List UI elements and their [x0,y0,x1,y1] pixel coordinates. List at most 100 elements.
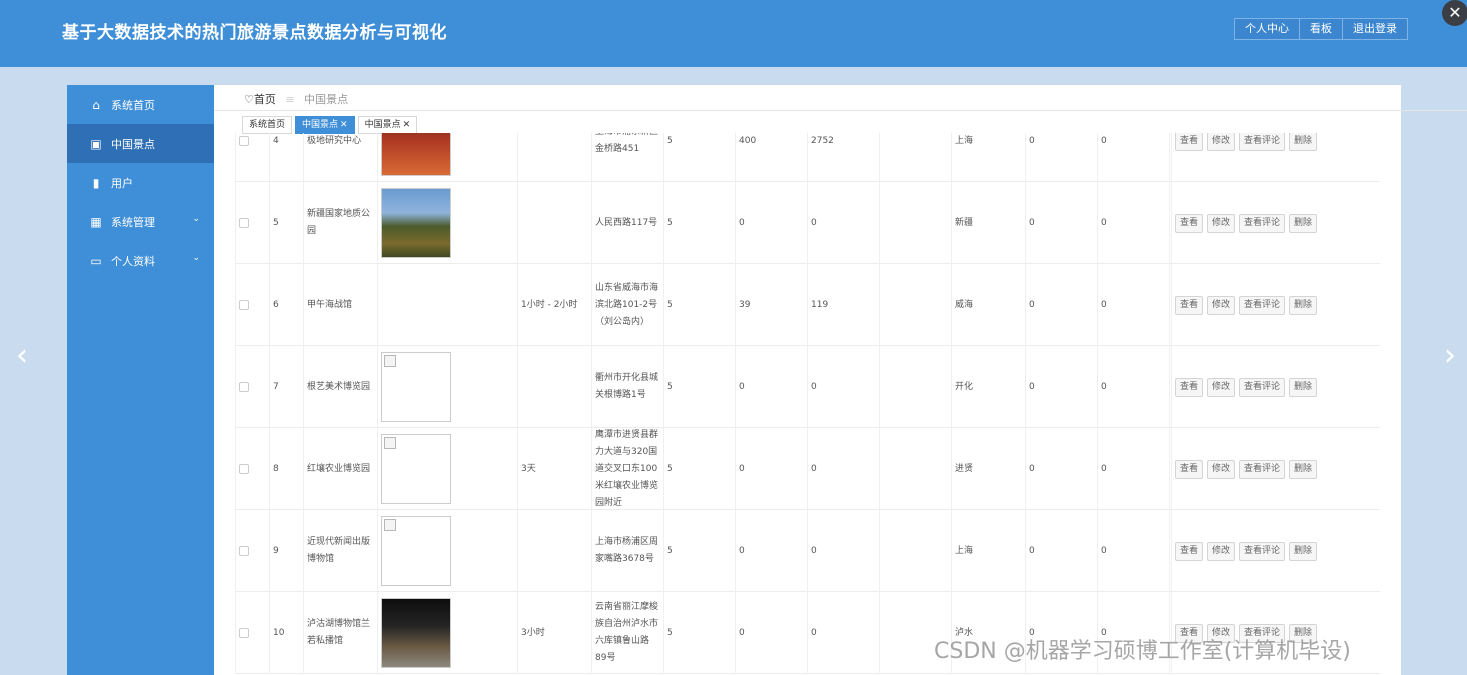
cell-text: 0 [739,217,745,228]
row-checkbox[interactable] [239,218,249,228]
cell-image [377,182,517,264]
dashboard-button[interactable]: 看板 [1299,18,1343,40]
cell-v1: 0 [735,346,807,428]
cell-text: 0 [1101,545,1107,556]
edit-button[interactable]: 修改 [1207,377,1236,397]
cell-rating: 5 [663,182,735,264]
row-checkbox[interactable] [239,300,249,310]
sidebar-item-profile[interactable]: ▭ 个人资料 ⌄ [67,241,214,280]
delete-button[interactable]: 删除 [1289,459,1318,479]
scenic-thumbnail [381,434,451,504]
close-icon[interactable]: ✕ [403,120,411,130]
view-button[interactable]: 查看 [1175,377,1204,397]
cell-name: 近现代新闻出版博物馆 [303,510,377,592]
cell-c1: 0 [1025,133,1097,182]
edit-button[interactable]: 修改 [1207,213,1236,233]
tab-china-scenic-2[interactable]: 中国景点 ✕ [357,116,418,134]
cell-text: 人民西路117号 [595,217,658,228]
table-row: 6 甲午海战馆 1小时 - 2小时 山东省威海市海滨北路101-2号（刘公岛内） 5 39… [235,264,1380,346]
cell-text: 上海 [955,135,974,146]
cell-text: 山东省威海市海滨北路101-2号（刘公岛内） [595,282,659,327]
delete-button[interactable]: 删除 [1289,295,1318,315]
edit-button[interactable]: 修改 [1207,295,1236,315]
scenic-table[interactable]: 4极地研究中心上海市浦东新区金桥路45154002752上海00查看修改查看评论… [235,133,1380,675]
row-checkbox[interactable] [239,628,249,638]
breadcrumb-home[interactable]: ♡首页 [244,93,276,106]
cell-text: 0 [1029,545,1035,556]
cell-text: 0 [811,627,817,638]
close-icon[interactable]: ✕ [340,120,348,130]
cell-checkbox [235,346,269,428]
cell-v3 [879,264,951,346]
cell-text: 5 [667,463,673,474]
tab-china-scenic[interactable]: 中国景点 ✕ [295,116,355,134]
cell-text: 0 [1029,299,1035,310]
cell-text: 0 [739,627,745,638]
view-button[interactable]: 查看 [1175,541,1204,561]
cell-city: 上海 [951,133,1025,182]
delete-button[interactable]: 删除 [1289,213,1318,233]
view-button[interactable]: 查看 [1175,295,1204,315]
cell-city: 上海 [951,510,1025,592]
cell-image [377,428,517,510]
delete-button[interactable]: 删除 [1289,377,1318,397]
cell-text: 3小时 [521,627,545,638]
prev-arrow-icon[interactable]: ‹ [16,338,28,373]
cell-c2: 0 [1097,133,1169,182]
sidebar-item-users[interactable]: ▮ 用户 [67,163,214,202]
scenic-thumbnail [381,133,451,176]
view-comments-button[interactable]: 查看评论 [1239,377,1286,397]
tab-label: 系统首页 [249,120,286,130]
cell-text: 0 [1029,217,1035,228]
sidebar-item-china-scenic[interactable]: ▣ 中国景点 [67,124,214,163]
cell-no: 6 [269,264,303,346]
view-comments-button[interactable]: 查看评论 [1239,213,1286,233]
cell-v3 [879,346,951,428]
delete-button[interactable]: 删除 [1289,133,1318,151]
logout-button[interactable]: 退出登录 [1342,18,1408,40]
cell-v2: 0 [807,592,879,674]
edit-button[interactable]: 修改 [1207,541,1236,561]
cell-address: 山东省威海市海滨北路101-2号（刘公岛内） [591,264,663,346]
delete-button[interactable]: 删除 [1289,541,1318,561]
view-comments-button[interactable]: 查看评论 [1239,133,1286,151]
cell-city: 进贤 [951,428,1025,510]
scenic-thumbnail [381,516,451,586]
cell-address: 衢州市开化县城关根博路1号 [591,346,663,428]
edit-button[interactable]: 修改 [1207,133,1236,151]
personal-center-button[interactable]: 个人中心 [1234,18,1300,40]
sidebar-item-home[interactable]: ⌂ 系统首页 [67,85,214,124]
view-button[interactable]: 查看 [1175,459,1204,479]
cell-actions: 查看 修改 查看评论 删除 [1171,182,1380,264]
sidebar-item-label: 系统首页 [111,98,155,112]
next-arrow-icon[interactable]: › [1444,338,1456,373]
cell-checkbox [235,264,269,346]
cell-text: 极地研究中心 [307,135,362,146]
cell-text: 5 [667,627,673,638]
cell-text: 开化 [955,381,974,392]
cell-text: 0 [811,545,817,556]
close-icon[interactable]: ✕ [1442,0,1467,26]
view-comments-button[interactable]: 查看评论 [1239,459,1286,479]
edit-button[interactable]: 修改 [1207,459,1236,479]
cell-text: 0 [1101,217,1107,228]
cell-text: 8 [273,463,279,474]
cell-text: 6 [273,299,279,310]
sidebar-item-system-management[interactable]: ▦ 系统管理 ⌄ [67,202,214,241]
cell-rating: 5 [663,510,735,592]
row-checkbox[interactable] [239,546,249,556]
view-button[interactable]: 查看 [1175,133,1204,151]
row-checkbox[interactable] [239,136,249,146]
view-button[interactable]: 查看 [1175,213,1204,233]
cell-text: 4 [273,135,279,146]
view-comments-button[interactable]: 查看评论 [1239,541,1286,561]
row-checkbox[interactable] [239,382,249,392]
view-comments-button[interactable]: 查看评论 [1239,295,1286,315]
row-checkbox[interactable] [239,464,249,474]
tab-home[interactable]: 系统首页 [242,116,293,134]
scenic-thumbnail [381,352,451,422]
cell-rating: 5 [663,133,735,182]
cell-text: 威海 [955,299,974,310]
cell-text: 5 [667,217,673,228]
cell-text: 红壤农业博览园 [307,463,371,474]
